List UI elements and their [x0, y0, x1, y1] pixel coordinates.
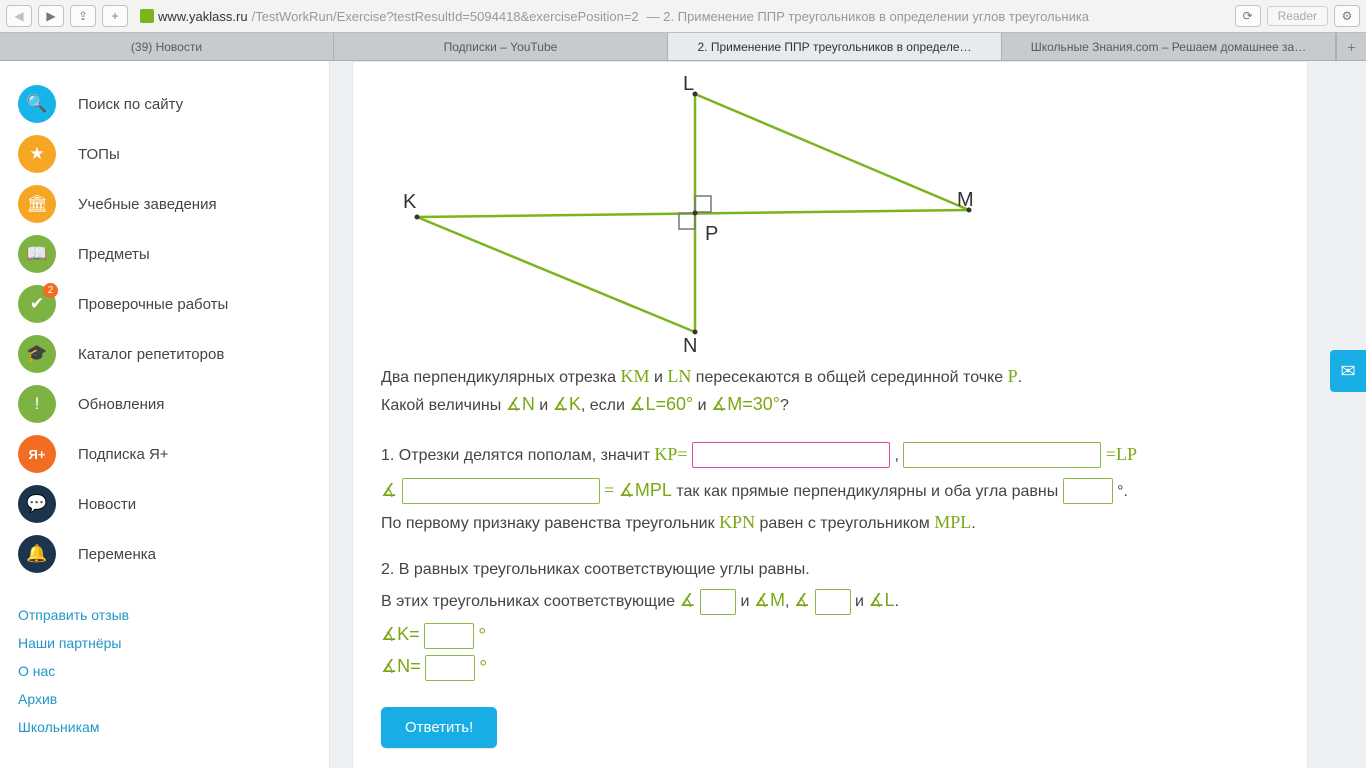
svg-text:L: L [683, 73, 694, 95]
input-angle-1[interactable] [402, 478, 600, 504]
sidebar-item-tests[interactable]: ✔2 Проверочные работы [18, 279, 329, 329]
input-kp[interactable] [692, 442, 890, 468]
sidebar-item-tutors[interactable]: 🎓 Каталог репетиторов [18, 329, 329, 379]
footer-links: Отправить отзыв Наши партнёры О нас Архи… [18, 607, 329, 745]
search-icon: 🔍 [18, 85, 56, 123]
sidebar-item-search[interactable]: 🔍 Поиск по сайту [18, 79, 329, 129]
share-button[interactable]: ⇪ [70, 5, 96, 27]
answer-button[interactable]: Ответить! [381, 707, 497, 748]
feedback-tab[interactable]: ✉ [1330, 350, 1366, 392]
link-feedback[interactable]: Отправить отзыв [18, 607, 329, 623]
svg-text:N: N [683, 335, 697, 357]
graduation-icon: 🎓 [18, 335, 56, 373]
sidebar-item-yplus[interactable]: Я+ Подписка Я+ [18, 429, 329, 479]
exclamation-icon: ! [18, 385, 56, 423]
link-about[interactable]: О нас [18, 663, 329, 679]
geometry-diagram: K M L N P [381, 72, 991, 357]
add-button[interactable]: + [102, 5, 128, 27]
input-segment-2[interactable] [903, 442, 1101, 468]
problem-text: Два перпендикулярных отрезка KM и LN пер… [381, 363, 1279, 748]
link-students[interactable]: Школьникам [18, 719, 329, 735]
svg-text:K: K [403, 191, 417, 213]
input-k-value[interactable] [424, 623, 474, 649]
forward-button[interactable]: ▶ [38, 5, 64, 27]
main-area: K M L N P Два перпендикулярных отрезка K… [330, 61, 1366, 768]
favicon-icon [140, 9, 154, 23]
tab-znaniya[interactable]: Школьные Знания.com – Решаем домашнее за… [1002, 33, 1336, 60]
input-corr-2[interactable] [815, 589, 851, 615]
svg-text:P: P [705, 223, 718, 245]
sidebar-item-break[interactable]: 🔔 Переменка [18, 529, 329, 579]
yplus-icon: Я+ [18, 435, 56, 473]
link-archive[interactable]: Архив [18, 691, 329, 707]
back-button[interactable]: ◀ [6, 5, 32, 27]
bell-icon: 🔔 [18, 535, 56, 573]
svg-text:M: M [957, 189, 974, 211]
sidebar-item-tops[interactable]: ★ ТОПы [18, 129, 329, 179]
new-tab-button[interactable]: + [1336, 33, 1366, 60]
bank-icon: 🏛 [18, 185, 56, 223]
sidebar-item-news[interactable]: 💬 Новости [18, 479, 329, 529]
check-icon: ✔2 [18, 285, 56, 323]
sidebar-item-updates[interactable]: ! Обновления [18, 379, 329, 429]
sidebar: 🔍 Поиск по сайту ★ ТОПы 🏛 Учебные заведе… [0, 61, 330, 768]
tab-bar: (39) Новости Подписки – YouTube 2. Приме… [0, 33, 1366, 61]
settings-button[interactable]: ⚙ [1334, 5, 1360, 27]
input-right-angle[interactable] [1063, 478, 1113, 504]
sidebar-item-subjects[interactable]: 📖 Предметы [18, 229, 329, 279]
tab-youtube[interactable]: Подписки – YouTube [334, 33, 668, 60]
reader-button[interactable]: Reader [1267, 6, 1328, 26]
link-partners[interactable]: Наши партнёры [18, 635, 329, 651]
book-icon: 📖 [18, 235, 56, 273]
star-icon: ★ [18, 135, 56, 173]
exercise-card: K M L N P Два перпендикулярных отрезка K… [352, 61, 1308, 768]
input-n-value[interactable] [425, 655, 475, 681]
url-title: — 2. Применение ППР треугольников в опре… [647, 9, 1089, 24]
chat-icon: 💬 [18, 485, 56, 523]
url-path: /TestWorkRun/Exercise?testResultId=50944… [252, 9, 639, 24]
browser-toolbar: ◀ ▶ ⇪ + www.yaklass.ru /TestWorkRun/Exer… [0, 0, 1366, 33]
url-host: www.yaklass.ru [158, 9, 248, 24]
tab-news[interactable]: (39) Новости [0, 33, 334, 60]
reload-button[interactable]: ⟳ [1235, 5, 1261, 27]
badge-count: 2 [43, 283, 58, 298]
input-corr-1[interactable] [700, 589, 736, 615]
sidebar-item-schools[interactable]: 🏛 Учебные заведения [18, 179, 329, 229]
address-bar[interactable]: www.yaklass.ru /TestWorkRun/Exercise?tes… [134, 5, 1229, 27]
tab-current[interactable]: 2. Применение ППР треугольников в опреде… [668, 33, 1002, 60]
